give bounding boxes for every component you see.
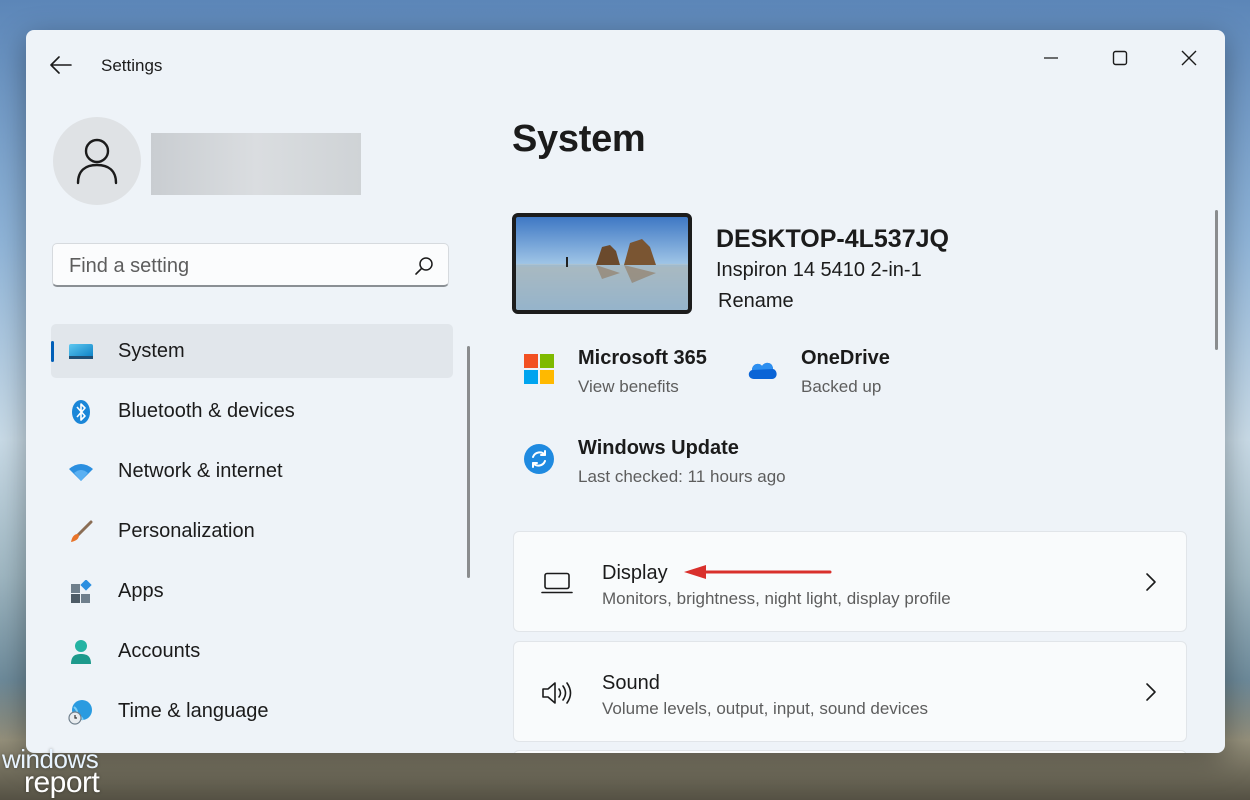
- active-indicator: [51, 341, 54, 362]
- device-wallpaper-thumbnail: [512, 213, 692, 314]
- tile-title: Microsoft 365: [578, 347, 707, 369]
- search-box[interactable]: [52, 243, 449, 288]
- tile-subtitle: Last checked: 11 hours ago: [578, 467, 786, 486]
- sidebar-item-time-language[interactable]: Time & language: [51, 684, 453, 738]
- sound-card[interactable]: Sound Volume levels, output, input, soun…: [513, 641, 1187, 742]
- sidebar-item-label: Bluetooth & devices: [118, 399, 295, 422]
- sidebar-item-label: Apps: [118, 579, 164, 602]
- minimize-button[interactable]: [1028, 40, 1074, 76]
- card-title: Display: [602, 562, 668, 584]
- bluetooth-icon: [68, 399, 94, 425]
- next-card-partial[interactable]: [513, 750, 1187, 753]
- globe-clock-icon: [68, 699, 94, 725]
- sidebar-item-bluetooth[interactable]: Bluetooth & devices: [51, 384, 453, 438]
- search-input[interactable]: [67, 244, 401, 288]
- window-title: Settings: [101, 56, 163, 75]
- tile-subtitle: Backed up: [801, 377, 882, 396]
- sidebar-item-label: Time & language: [118, 699, 269, 722]
- onedrive-cloud-icon: [746, 353, 778, 385]
- person-icon: [68, 639, 94, 665]
- device-model: Inspiron 14 5410 2-in-1: [716, 259, 922, 281]
- sidebar-nav: System Bluetooth & devices Network & int…: [51, 324, 453, 744]
- card-subtitle: Monitors, brightness, night light, displ…: [602, 589, 951, 608]
- paintbrush-icon: [68, 519, 94, 545]
- watermark-line2: report: [24, 766, 100, 799]
- close-icon: [1181, 50, 1197, 66]
- settings-window: Settings System: [26, 30, 1225, 753]
- tile-subtitle: View benefits: [578, 377, 679, 396]
- maximize-button[interactable]: [1097, 40, 1143, 76]
- watermark-logo: windows report: [2, 746, 100, 799]
- page-title: System: [512, 118, 646, 160]
- sidebar-item-label: Network & internet: [118, 459, 283, 482]
- sidebar-item-apps[interactable]: Apps: [51, 564, 453, 618]
- sidebar-item-system[interactable]: System: [51, 324, 453, 378]
- microsoft-logo-icon: [523, 353, 555, 385]
- display-card[interactable]: Display Monitors, brightness, night ligh…: [513, 531, 1187, 632]
- wifi-icon: [68, 459, 94, 485]
- annotation-arrow-icon: [684, 565, 832, 579]
- apps-icon: [68, 579, 94, 605]
- rename-link[interactable]: Rename: [718, 290, 794, 313]
- sidebar-item-personalization[interactable]: Personalization: [51, 504, 453, 558]
- sidebar-item-label: Personalization: [118, 519, 255, 542]
- device-name: DESKTOP-4L537JQ: [716, 225, 949, 253]
- card-title: Sound: [602, 672, 660, 694]
- speaker-icon: [540, 678, 574, 708]
- sidebar-item-network[interactable]: Network & internet: [51, 444, 453, 498]
- search-icon[interactable]: [414, 256, 434, 276]
- chevron-right-icon: [1146, 683, 1156, 701]
- chevron-right-icon: [1146, 573, 1156, 591]
- minimize-icon: [1044, 57, 1058, 59]
- card-subtitle: Volume levels, output, input, sound devi…: [602, 699, 929, 718]
- tile-title: Windows Update: [578, 437, 739, 459]
- avatar[interactable]: [53, 117, 141, 205]
- tile-title: OneDrive: [801, 347, 890, 369]
- system-monitor-icon: [68, 339, 94, 365]
- sidebar-item-label: System: [118, 339, 185, 362]
- sidebar-item-label: Accounts: [118, 639, 201, 662]
- maximize-icon: [1112, 50, 1128, 66]
- windows-update-icon: [523, 443, 555, 475]
- main-scrollbar[interactable]: [1215, 210, 1218, 350]
- back-button[interactable]: [46, 50, 76, 80]
- sidebar-scrollbar[interactable]: [467, 346, 470, 578]
- laptop-display-icon: [540, 568, 574, 598]
- person-icon: [76, 138, 118, 185]
- user-name-redacted: [151, 133, 361, 195]
- title-bar: Settings: [26, 30, 1225, 100]
- sidebar-item-accounts[interactable]: Accounts: [51, 624, 453, 678]
- close-button[interactable]: [1166, 40, 1212, 76]
- back-arrow-icon: [50, 56, 72, 74]
